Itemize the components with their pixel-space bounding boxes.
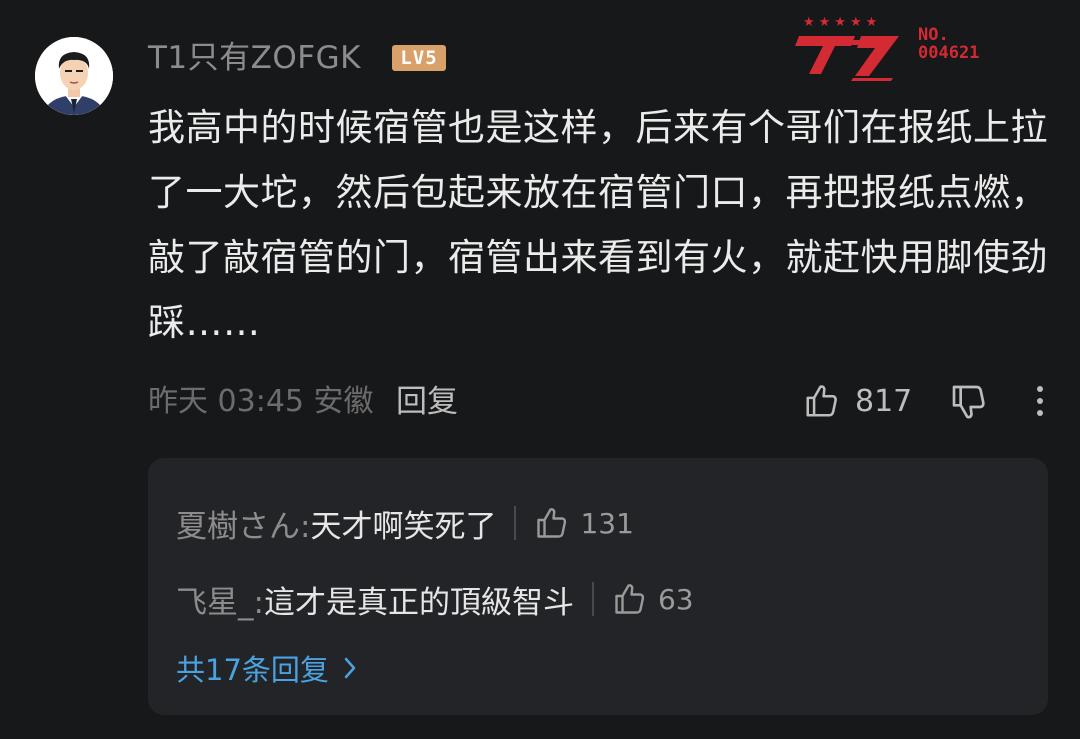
- fan-badge-number: NO. 004621: [918, 25, 980, 63]
- thumbs-down-icon: [952, 385, 985, 419]
- thumbs-up-icon: [806, 385, 837, 417]
- reply-author[interactable]: 飞星_:: [176, 577, 264, 622]
- divider: [591, 582, 594, 616]
- comment-text: 我高中的时候宿管也是这样，后来有个哥们在报纸上拉了一大坨，然后包起来放在宿管门口…: [148, 106, 1048, 344]
- replies-box: 夏樹さん: 天才啊笑死了 131 飞星_: 這才是真正的頂級智斗 63 共17条…: [148, 458, 1048, 715]
- more-vertical-icon: [1037, 386, 1043, 416]
- dislike-button[interactable]: [948, 382, 990, 426]
- more-button[interactable]: [1030, 383, 1050, 423]
- all-replies-label: 共17条回复: [176, 653, 329, 687]
- view-all-replies-link[interactable]: 共17条回复: [176, 648, 357, 688]
- user-avatar-cartoon-icon: [35, 37, 113, 115]
- reply-button[interactable]: 回复: [396, 382, 458, 422]
- reply-author[interactable]: 夏樹さん:: [176, 501, 310, 546]
- badge-stars: ★★★★★: [803, 15, 881, 30]
- username[interactable]: T1只有ZOFGK: [148, 38, 361, 78]
- like-count: 817: [855, 383, 913, 419]
- reply-like-count: 131: [580, 506, 634, 540]
- reply-item[interactable]: 夏樹さん: 天才啊笑死了 131: [176, 501, 634, 545]
- divider: [514, 506, 517, 540]
- reply-item[interactable]: 飞星_: 這才是真正的頂級智斗 63: [176, 577, 694, 621]
- thumbs-up-icon[interactable]: [534, 505, 570, 541]
- chevron-right-icon: [344, 657, 356, 679]
- user-avatar[interactable]: [35, 37, 113, 115]
- reply-text: 天才啊笑死了: [310, 508, 497, 545]
- comment-meta: 昨天 03:45 安徽: [148, 384, 374, 419]
- reply-text: 這才是真正的頂級智斗: [263, 584, 574, 621]
- thumbs-up-icon[interactable]: [612, 581, 648, 617]
- like-button[interactable]: 817: [803, 380, 912, 422]
- reply-like-count: 63: [657, 582, 694, 616]
- level-badge: LV5: [392, 45, 446, 71]
